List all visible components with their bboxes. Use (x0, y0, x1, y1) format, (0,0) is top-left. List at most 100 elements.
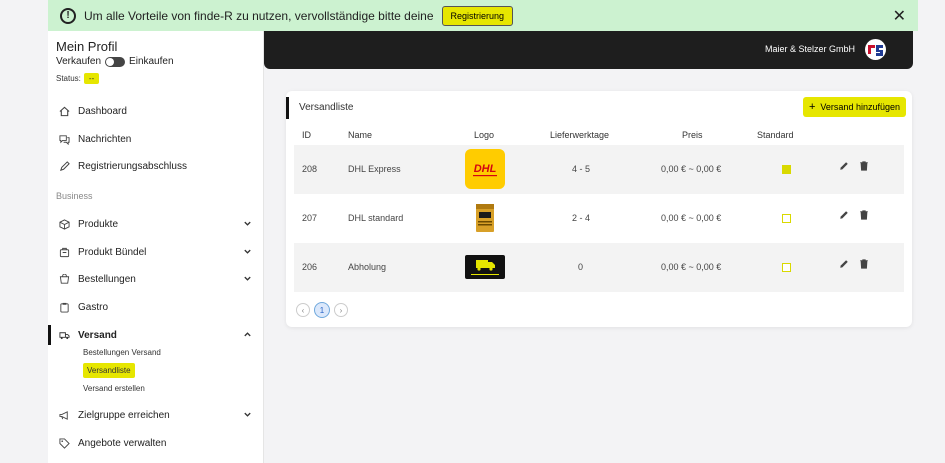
standard-checkbox[interactable] (782, 214, 791, 223)
sidebar-item-label: Bestellungen (78, 273, 136, 285)
chevron-down-icon (243, 274, 252, 285)
sidebar-item-label: Gastro (78, 301, 109, 313)
tag-icon (58, 437, 70, 449)
column-header-id: ID (302, 130, 311, 140)
profile-title: Mein Profil (56, 39, 118, 54)
cell-preis: 0,00 € ~ 0,00 € (661, 262, 722, 272)
cell-id: 207 (302, 213, 318, 223)
registration-button[interactable]: Registrierung (441, 5, 514, 26)
mode-toggle-row: Verkaufen Einkaufen (56, 56, 174, 67)
bundle-icon (58, 246, 70, 258)
cell-preis: 0,00 € ~ 0,00 € (661, 164, 722, 174)
cart-icon (58, 273, 70, 285)
top-bar: Maier & Stelzer GmbH (264, 31, 913, 69)
status-label: Status: (56, 74, 81, 83)
cell-preis: 0,00 € ~ 0,00 € (661, 213, 722, 223)
delete-icon[interactable] (859, 259, 869, 272)
company-logo-avatar[interactable] (865, 39, 886, 60)
cell-name: Abholung (348, 262, 387, 272)
status-badge: -- (83, 73, 100, 84)
column-header-logo: Logo (474, 130, 495, 140)
chat-icon (58, 133, 70, 145)
cell-lieferwerktage: 2 - 4 (572, 213, 591, 223)
dhl-logo: DHL (465, 149, 505, 189)
sidebar-item-produkte[interactable]: Produkte (48, 212, 264, 236)
standard-checkbox[interactable] (782, 263, 791, 272)
table-row[interactable]: 207 DHL standard 2 - 4 0,00 € ~ 0,00 € (294, 194, 904, 243)
edit-icon[interactable] (839, 210, 849, 223)
card-header: Versandliste + Versand hinzufügen (286, 97, 912, 119)
add-versand-label: Versand hinzufügen (820, 102, 900, 112)
chevron-down-icon (243, 410, 252, 421)
column-header-lieferwerktage: Lieferwerktage (550, 130, 610, 140)
sidebar-item-label: Registrierungsabschluss (78, 160, 187, 172)
add-versand-button[interactable]: + Versand hinzufügen (802, 97, 906, 117)
cell-id: 206 (302, 262, 318, 272)
edit-icon[interactable] (839, 259, 849, 272)
sidebar-item-bestellungen[interactable]: Bestellungen (48, 267, 264, 291)
table-row[interactable]: 208 DHL Express DHL 4 - 5 0,00 € ~ 0,00 … (294, 145, 904, 194)
pagination-next-button[interactable]: › (334, 303, 348, 317)
chevron-down-icon (243, 247, 252, 258)
status-row: Status: -- (56, 73, 100, 84)
chevron-up-icon (243, 330, 252, 341)
delete-icon[interactable] (859, 161, 869, 174)
sidebar-item-dashboard[interactable]: Dashboard (48, 99, 264, 123)
truck-icon (58, 329, 70, 341)
banner-message: Um alle Vorteile von finde-R zu nutzen, … (84, 8, 434, 23)
svg-text:DHL: DHL (474, 163, 497, 175)
sidebar-item-label: Nachrichten (78, 133, 132, 145)
clipboard-icon (58, 301, 70, 313)
sidebar-item-label: Produkte (78, 218, 119, 230)
plus-icon: + (808, 100, 816, 113)
truck-logo (465, 247, 505, 287)
cell-id: 208 (302, 164, 318, 174)
registration-banner: ! Um alle Vorteile von finde-R zu nutzen… (48, 0, 918, 31)
sidebar-item-angebote[interactable]: Angebote verwalten (48, 431, 264, 455)
standard-checkbox[interactable] (782, 165, 791, 174)
edit-icon[interactable] (839, 161, 849, 174)
chevron-down-icon (243, 219, 252, 230)
subitem-versand-erstellen[interactable]: Versand erstellen (83, 384, 145, 393)
cell-name: DHL Express (348, 164, 401, 174)
toggle-label-sell: Verkaufen (56, 56, 102, 67)
column-header-standard: Standard (757, 130, 794, 140)
versandliste-card: Versandliste + Versand hinzufügen ID Nam… (286, 91, 912, 327)
sidebar-item-label: Versand (78, 329, 117, 341)
company-name: Maier & Stelzer GmbH (764, 44, 855, 54)
sidebar-item-registrierungsabschluss[interactable]: Registrierungsabschluss (48, 154, 264, 178)
pagination-page-1[interactable]: 1 (314, 302, 330, 318)
delete-icon[interactable] (859, 210, 869, 223)
sidebar-item-label: Zielgruppe erreichen (78, 409, 170, 421)
sidebar: Mein Profil Verkaufen Einkaufen Status: … (48, 31, 264, 463)
cell-lieferwerktage: 4 - 5 (572, 164, 591, 174)
home-icon (58, 105, 70, 117)
sidebar-item-zielgruppe[interactable]: Zielgruppe erreichen (48, 403, 264, 427)
table-row[interactable]: 206 Abholung 0 0,00 € ~ 0,00 € (294, 243, 904, 292)
column-header-preis: Preis (682, 130, 703, 140)
package-logo (465, 198, 505, 238)
sidebar-item-label: Dashboard (78, 105, 127, 117)
toggle-label-buy: Einkaufen (129, 56, 174, 67)
subitem-bestellungen-versand[interactable]: Bestellungen Versand (83, 348, 161, 357)
sidebar-item-produkt-buendel[interactable]: Produkt Bündel (48, 240, 264, 264)
card-title: Versandliste (299, 102, 354, 113)
pagination-prev-button[interactable]: ‹ (296, 303, 310, 317)
column-header-name: Name (348, 130, 373, 140)
mode-toggle[interactable] (105, 56, 126, 67)
sidebar-item-nachrichten[interactable]: Nachrichten (48, 127, 264, 151)
section-label-business: Business (56, 191, 93, 201)
cell-name: DHL standard (348, 213, 404, 223)
megaphone-icon (58, 409, 70, 421)
pen-icon (58, 160, 70, 172)
cell-lieferwerktage: 0 (578, 262, 584, 272)
box-icon (58, 218, 70, 230)
sidebar-item-gastro[interactable]: Gastro (48, 295, 264, 319)
info-icon: ! (60, 7, 76, 24)
sidebar-item-label: Produkt Bündel (78, 246, 147, 258)
pagination: ‹ 1 › (296, 302, 352, 318)
sidebar-item-label: Angebote verwalten (78, 437, 167, 449)
subitem-versandliste[interactable]: Versandliste (83, 363, 135, 378)
close-icon[interactable]: ✕ (893, 6, 906, 26)
sidebar-item-versand[interactable]: Versand (48, 323, 264, 347)
